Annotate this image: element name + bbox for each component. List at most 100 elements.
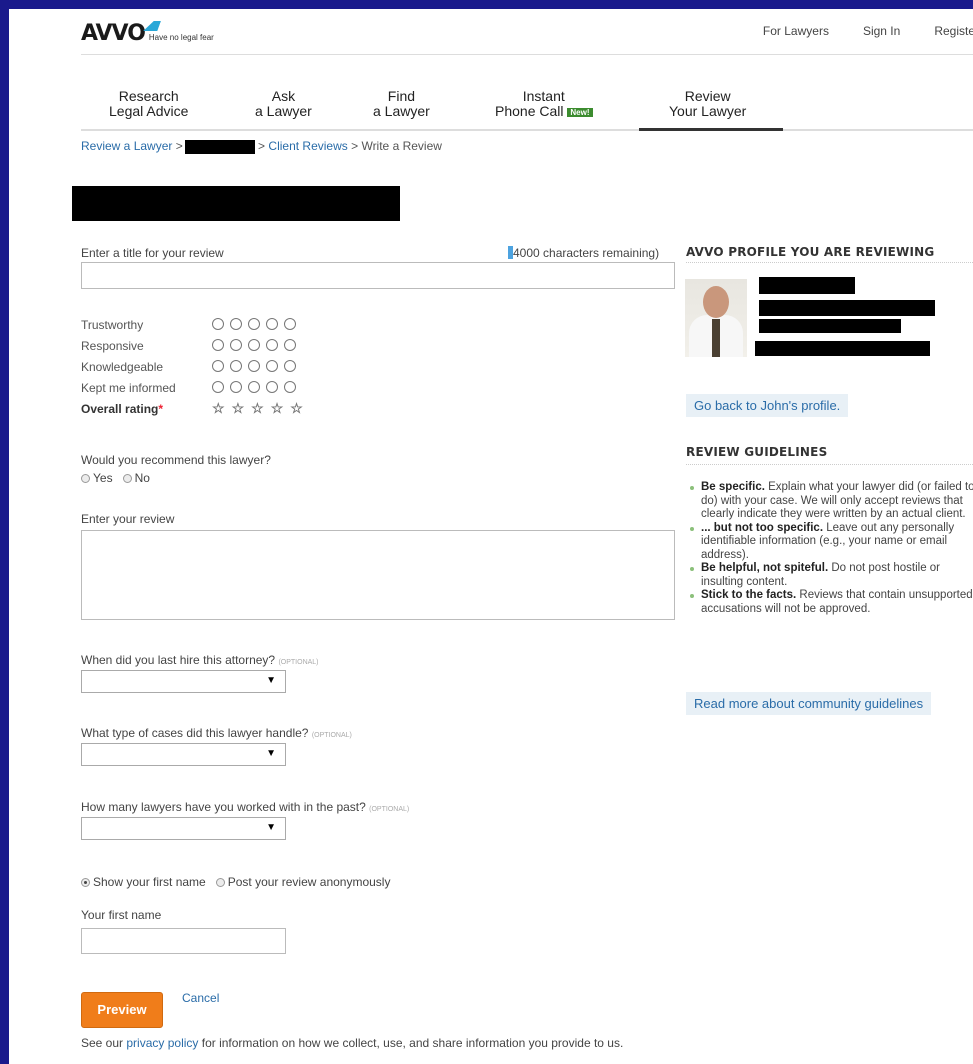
star-icon[interactable]: ☆ xyxy=(212,400,225,417)
rating-radio[interactable] xyxy=(284,381,296,393)
breadcrumb-client-reviews[interactable]: Client Reviews xyxy=(268,139,347,153)
rating-radio[interactable] xyxy=(212,381,224,393)
recommend-label: Would you recommend this lawyer? xyxy=(81,453,271,467)
nav-line2: Your Lawyer xyxy=(669,103,747,119)
show-name-radio[interactable] xyxy=(81,878,90,887)
privacy-policy-link[interactable]: privacy policy xyxy=(126,1036,198,1050)
page: AVVO Have no legal fear For Lawyers Sign… xyxy=(9,9,973,1064)
required-mark: * xyxy=(158,402,164,416)
for-lawyers-link[interactable]: For Lawyers xyxy=(763,24,829,38)
nav-research-legal-advice[interactable]: Research Legal Advice xyxy=(109,89,188,119)
rating-radio[interactable] xyxy=(230,360,242,372)
guideline-title: Be specific. xyxy=(701,481,765,493)
star-icon[interactable]: ☆ xyxy=(271,400,284,417)
rating-radio[interactable] xyxy=(230,381,242,393)
nav-line1: Research xyxy=(118,88,179,104)
recommend-no-radio[interactable] xyxy=(122,474,132,483)
rating-radio[interactable] xyxy=(212,318,224,330)
profile-heading: AVVO PROFILE YOU ARE REVIEWING xyxy=(686,245,935,259)
rating-radio[interactable] xyxy=(248,381,260,393)
star-icon[interactable]: ☆ xyxy=(251,400,264,417)
redacted-lawyer-detail xyxy=(755,341,930,356)
breadcrumb-current: Write a Review xyxy=(361,139,442,153)
rating-radio[interactable] xyxy=(248,339,260,351)
guidelines-list: Be specific. Explain what your lawyer di… xyxy=(687,481,973,616)
chars-remaining-text: 4000 characters remaining) xyxy=(513,246,660,260)
privacy-post: for information on how we collect, use, … xyxy=(198,1036,624,1050)
rating-label: Kept me informed xyxy=(81,381,176,395)
breadcrumb-sep: > xyxy=(347,139,362,153)
nav-instant-phone-call[interactable]: Instant Phone Call New! xyxy=(495,89,593,120)
nav-line1: Ask xyxy=(271,88,296,104)
rating-radio[interactable] xyxy=(266,360,278,372)
lawyers-count-select[interactable]: ▼ xyxy=(81,817,286,840)
register-link[interactable]: Register xyxy=(934,24,973,38)
overall-stars: ☆ ☆ ☆ ☆ ☆ xyxy=(212,400,303,417)
chars-remaining: 4000 characters remaining) xyxy=(508,246,659,260)
rating-label: Responsive xyxy=(81,339,144,353)
yes-label: Yes xyxy=(93,471,113,485)
anonymous-radio[interactable] xyxy=(215,878,225,887)
guidelines-heading-divider xyxy=(686,464,973,465)
photo-tie xyxy=(712,319,720,357)
nav-line2: a Lawyer xyxy=(373,103,430,119)
rating-radio[interactable] xyxy=(284,360,296,372)
privacy-note: See our privacy policy for information o… xyxy=(81,1035,681,1051)
rating-radio[interactable] xyxy=(212,339,224,351)
guideline-item: ... but not too specific. Leave out any … xyxy=(687,522,973,563)
optional-tag: (OPTIONAL) xyxy=(369,806,410,813)
rating-radio[interactable] xyxy=(230,318,242,330)
nav-review-your-lawyer[interactable]: Review Your Lawyer xyxy=(669,89,746,119)
star-icon[interactable]: ☆ xyxy=(232,400,245,417)
rating-radio[interactable] xyxy=(284,339,296,351)
rating-radio[interactable] xyxy=(284,318,296,330)
dropdown-arrow-icon: ▼ xyxy=(266,822,276,833)
show-name-label: Show your first name xyxy=(93,875,206,889)
rating-radio[interactable] xyxy=(266,339,278,351)
back-to-profile-link[interactable]: Go back to John's profile. xyxy=(686,394,849,417)
recommend-options: Yes No xyxy=(81,471,150,485)
recommend-yes-radio[interactable] xyxy=(81,474,90,483)
logo-tagline: Have no legal fear xyxy=(148,33,214,42)
main-nav: Research Legal Advice Ask a Lawyer Find … xyxy=(81,89,973,131)
community-guidelines-link[interactable]: Read more about community guidelines xyxy=(686,692,932,715)
nav-line2: a Lawyer xyxy=(255,103,312,119)
cancel-link[interactable]: Cancel xyxy=(182,991,219,1005)
rating-radio[interactable] xyxy=(248,318,260,330)
guideline-title: Stick to the facts. xyxy=(701,589,797,601)
review-title-input[interactable] xyxy=(81,262,675,289)
breadcrumb-sep: > xyxy=(254,139,269,153)
breadcrumb-review-a-lawyer[interactable]: Review a Lawyer xyxy=(81,139,172,153)
breadcrumb: Review a Lawyer > > Client Reviews > Wri… xyxy=(81,139,442,154)
first-name-label: Your first name xyxy=(81,908,162,922)
star-icon[interactable]: ☆ xyxy=(290,400,303,417)
first-name-input[interactable] xyxy=(81,928,286,954)
rating-radio[interactable] xyxy=(266,318,278,330)
guideline-item: Stick to the facts. Reviews that contain… xyxy=(687,589,973,616)
logo-wordmark: AVVO xyxy=(81,21,146,46)
redacted-lawyer-name xyxy=(184,139,255,154)
sign-in-link[interactable]: Sign In xyxy=(863,24,900,38)
anonymous-label: Post your review anonymously xyxy=(227,875,391,889)
hire-date-select[interactable]: ▼ xyxy=(81,670,286,693)
case-type-select[interactable]: ▼ xyxy=(81,743,286,766)
avvo-logo[interactable]: AVVO Have no legal fear xyxy=(81,21,214,46)
optional-tag: (OPTIONAL) xyxy=(278,659,319,666)
rating-responsive: Responsive xyxy=(81,339,296,353)
guideline-item: Be specific. Explain what your lawyer di… xyxy=(687,481,973,522)
cases-label-text: What type of cases did this lawyer handl… xyxy=(81,726,309,740)
rating-label: Knowledgeable xyxy=(81,360,164,374)
guideline-title: Be helpful, not spiteful. xyxy=(701,562,829,574)
redacted-lawyer-name xyxy=(759,277,855,294)
overall-rating-label: Overall rating xyxy=(81,402,159,416)
preview-button[interactable]: Preview xyxy=(81,992,163,1028)
nav-find-a-lawyer[interactable]: Find a Lawyer xyxy=(373,89,430,119)
top-links: For Lawyers Sign In Register xyxy=(729,24,973,38)
rating-radio[interactable] xyxy=(212,360,224,372)
rating-radio[interactable] xyxy=(266,381,278,393)
nav-ask-a-lawyer[interactable]: Ask a Lawyer xyxy=(255,89,312,119)
redacted-lawyer-detail xyxy=(759,300,935,316)
rating-radio[interactable] xyxy=(230,339,242,351)
rating-radio[interactable] xyxy=(248,360,260,372)
review-textarea[interactable] xyxy=(81,530,675,620)
